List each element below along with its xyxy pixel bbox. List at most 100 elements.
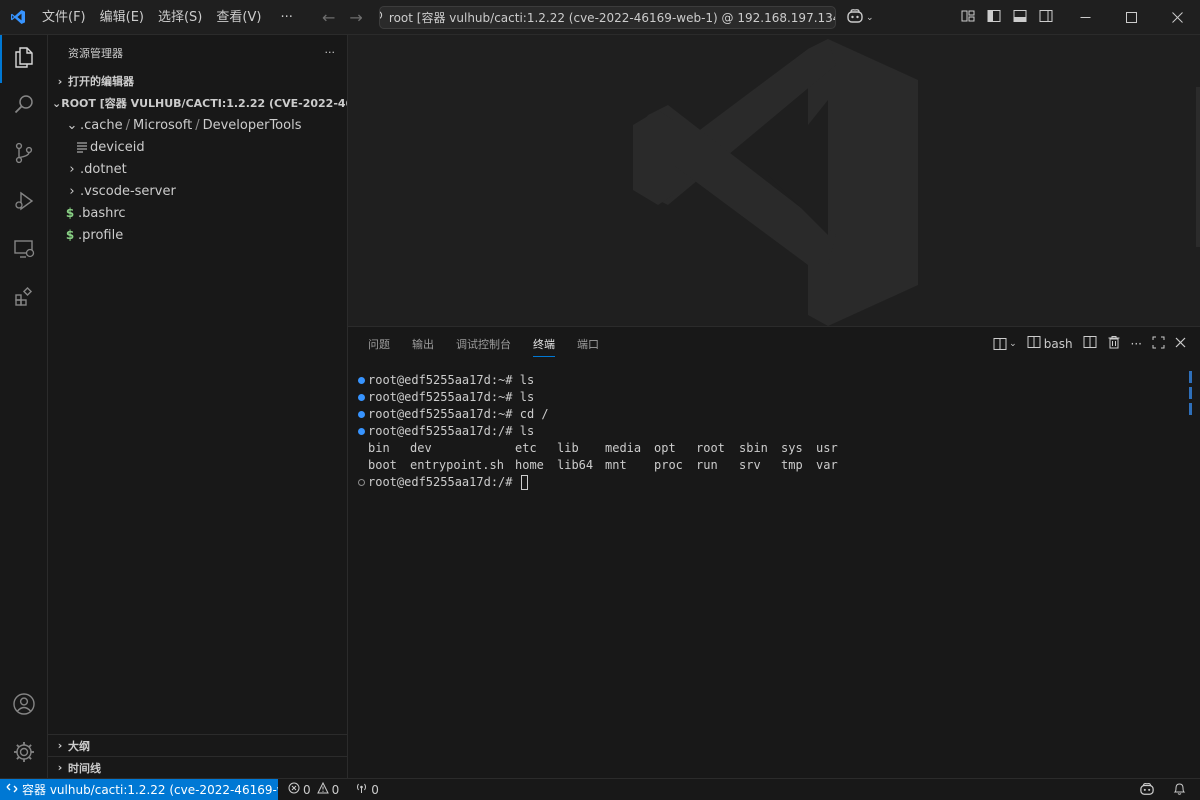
terminal-line: root@edf5255aa17d:~# ls	[354, 389, 1180, 406]
menu-selection[interactable]: 选择(S)	[151, 0, 209, 35]
terminal-output[interactable]: root@edf5255aa17d:~# ls root@edf5255aa17…	[354, 372, 1180, 491]
explorer-more-button[interactable]: ···	[325, 46, 336, 59]
problems-status[interactable]: 0 0	[282, 779, 345, 800]
tab-ports[interactable]: 端口	[577, 327, 599, 363]
toggle-primary-sidebar-icon[interactable]	[986, 8, 1002, 28]
toggle-secondary-sidebar-icon[interactable]	[1038, 8, 1054, 28]
window-controls	[1062, 0, 1200, 35]
command-center[interactable]: root [容器 vulhub/cacti:1.2.22 (cve-2022-4…	[379, 6, 836, 29]
command-decoration-icon[interactable]	[354, 479, 368, 486]
explorer-header: 资源管理器 ···	[48, 35, 347, 70]
customize-layout-icon[interactable]	[960, 8, 976, 28]
open-editors-label: 打开的编辑器	[68, 75, 134, 88]
tree-item-dotnet[interactable]: › .dotnet	[48, 158, 347, 180]
terminal-prompt: root@edf5255aa17d:/#	[368, 475, 520, 489]
terminal-shell-name: bash	[1043, 336, 1073, 351]
activity-search[interactable]	[0, 83, 48, 131]
vscode-logo-icon	[0, 0, 35, 35]
terminal-line: root@edf5255aa17d:~# cd /	[354, 406, 1180, 423]
tree-item-cache[interactable]: ⌄ .cache / Microsoft / DeveloperTools	[48, 114, 347, 136]
command-decoration-icon[interactable]	[354, 377, 368, 384]
activity-extensions[interactable]	[0, 275, 48, 323]
chevron-right-icon: ›	[57, 739, 63, 752]
editor-scrollbar[interactable]	[1196, 87, 1200, 247]
menu-file[interactable]: 文件(F)	[35, 0, 93, 35]
activity-explorer[interactable]	[0, 35, 48, 83]
new-terminal-split-icon[interactable]: ⌄	[993, 337, 1017, 351]
maximize-panel-icon[interactable]	[1152, 336, 1165, 352]
error-icon	[288, 782, 300, 797]
explorer-sidebar: 资源管理器 ··· › 打开的编辑器 ⌄ ROOT [容器 VULHUB/CAC…	[48, 35, 348, 778]
outline-section[interactable]: › 大纲	[48, 734, 347, 756]
tab-output[interactable]: 输出	[412, 327, 434, 363]
menu-more[interactable]: ···	[268, 0, 299, 35]
tree-item-profile[interactable]: $ .profile	[48, 224, 347, 246]
status-bar: 容器 vulhub/cacti:1.2.22 (cve-2022-46169-w…	[0, 778, 1200, 800]
shell-file-icon: $	[65, 206, 75, 220]
notifications-bell-icon[interactable]	[1173, 782, 1186, 799]
activity-bar	[0, 35, 48, 778]
command-decoration-icon[interactable]	[354, 394, 368, 401]
menu-view[interactable]: 查看(V)	[209, 0, 268, 35]
text-file-icon	[74, 141, 90, 153]
activity-remote-explorer[interactable]	[0, 227, 48, 275]
ports-status[interactable]: 0	[349, 779, 385, 800]
close-panel-icon[interactable]	[1175, 337, 1186, 351]
remote-indicator[interactable]: 容器 vulhub/cacti:1.2.22 (cve-2022-46169-w…	[0, 778, 278, 800]
search-icon	[12, 93, 36, 121]
close-button[interactable]	[1154, 0, 1200, 35]
files-icon	[12, 45, 36, 73]
terminal-instance[interactable]: bash	[1027, 335, 1073, 352]
tab-debug-console[interactable]: 调试控制台	[456, 327, 511, 363]
chevron-down-icon: ⌄	[66, 117, 78, 133]
tree-item-vscode-server[interactable]: › .vscode-server	[48, 180, 347, 202]
chevron-down-icon: ⌄	[1009, 338, 1017, 349]
chevron-right-icon: ›	[69, 183, 75, 199]
menu-edit[interactable]: 编辑(E)	[93, 0, 151, 35]
tab-problems[interactable]: 问题	[368, 327, 390, 363]
activity-run-debug[interactable]	[0, 179, 48, 227]
terminal-scrollbar[interactable]	[1189, 371, 1192, 419]
forward-arrow-icon[interactable]: →	[349, 8, 362, 27]
tree-item-deviceid[interactable]: deviceid	[48, 136, 347, 158]
warning-count: 0	[331, 782, 340, 797]
remote-label: 容器 vulhub/cacti:1.2.22 (cve-2022-46169-w…	[22, 783, 278, 797]
error-count: 0	[303, 782, 311, 797]
title-bar: 文件(F) 编辑(E) 选择(S) 查看(V) ··· ← → root [容器…	[0, 0, 1200, 35]
editor-area[interactable]	[348, 35, 1200, 326]
remote-explorer-icon	[12, 237, 36, 265]
status-right	[1139, 779, 1200, 800]
maximize-button[interactable]	[1108, 0, 1154, 35]
shell-file-icon: $	[65, 228, 75, 242]
layout-controls	[960, 0, 1054, 35]
activity-manage[interactable]	[0, 730, 48, 778]
remote-icon	[6, 782, 18, 797]
timeline-section[interactable]: › 时间线	[48, 756, 347, 778]
bottom-panel: 问题 输出 调试控制台 终端 端口 ⌄ bash ··· root@edf525…	[348, 326, 1200, 778]
tree-item-bashrc[interactable]: $ .bashrc	[48, 202, 347, 224]
more-actions-icon[interactable]: ···	[1131, 337, 1142, 351]
run-debug-icon	[12, 189, 36, 217]
toggle-panel-icon[interactable]	[1012, 8, 1028, 28]
chevron-right-icon: ›	[69, 161, 75, 177]
menu-bar: 文件(F) 编辑(E) 选择(S) 查看(V) ···	[35, 0, 300, 35]
back-arrow-icon[interactable]: ←	[322, 8, 335, 27]
trash-icon[interactable]	[1107, 335, 1121, 352]
split-editor-icon[interactable]	[1083, 335, 1097, 352]
command-decoration-icon[interactable]	[354, 428, 368, 435]
root-folder-section[interactable]: ⌄ ROOT [容器 VULHUB/CACTI:1.2.22 (CVE-2022…	[48, 92, 347, 114]
split-terminal-icon	[1027, 335, 1041, 352]
open-editors-section[interactable]: › 打开的编辑器	[48, 70, 347, 92]
terminal-cursor	[520, 475, 528, 490]
copilot-button[interactable]: ⌄	[846, 8, 874, 28]
terminal-line: root@edf5255aa17d:~# ls	[354, 372, 1180, 389]
command-decoration-icon[interactable]	[354, 411, 368, 418]
activity-accounts[interactable]	[0, 682, 48, 730]
minimize-button[interactable]	[1062, 0, 1108, 35]
tab-terminal[interactable]: 终端	[533, 327, 555, 363]
ls-output-row: bin dev etc lib media opt root sbin sys …	[368, 441, 838, 455]
ports-count: 0	[371, 782, 379, 797]
activity-source-control[interactable]	[0, 131, 48, 179]
root-folder-label: ROOT [容器 VULHUB/CACTI:1.2.22 (CVE-2022-4…	[61, 97, 347, 110]
copilot-status-icon[interactable]	[1139, 782, 1155, 799]
